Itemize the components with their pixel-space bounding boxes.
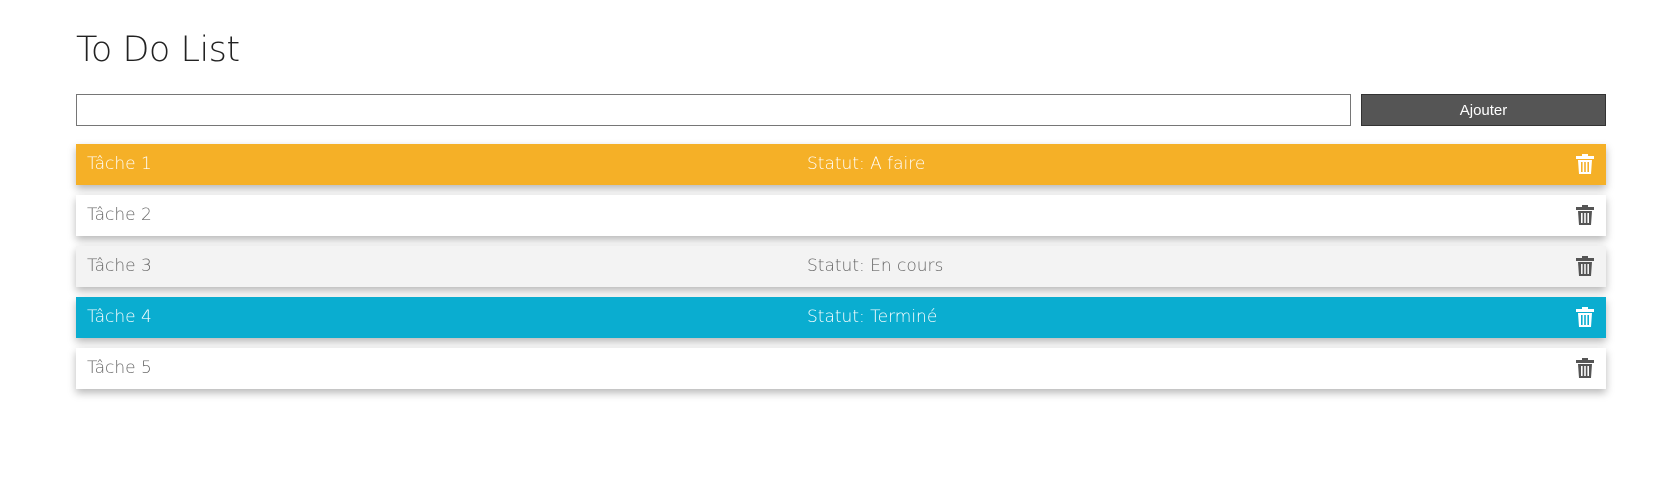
- task-list: Tâche 1 Statut: A faire Tâche 2 Tâche 3 …: [76, 144, 1606, 399]
- page-title: To Do List: [76, 30, 240, 70]
- task-status: Statut: En cours: [807, 256, 944, 276]
- add-button[interactable]: Ajouter: [1361, 94, 1606, 126]
- task-status: Statut: Terminé: [807, 307, 938, 327]
- delete-task-button[interactable]: [1575, 153, 1595, 175]
- task-input[interactable]: [76, 94, 1351, 126]
- task-name: Tâche 2: [87, 205, 152, 225]
- trash-icon: [1576, 307, 1594, 327]
- add-task-form: Ajouter: [76, 94, 1606, 126]
- delete-task-button[interactable]: [1575, 357, 1595, 379]
- trash-icon: [1576, 256, 1594, 276]
- delete-task-button[interactable]: [1575, 255, 1595, 277]
- task-status: Statut: A faire: [807, 154, 926, 174]
- delete-task-button[interactable]: [1575, 204, 1595, 226]
- task-name: Tâche 3: [87, 256, 152, 276]
- trash-icon: [1576, 154, 1594, 174]
- trash-icon: [1576, 358, 1594, 378]
- task-item-1[interactable]: Tâche 1 Statut: A faire: [76, 144, 1606, 185]
- delete-task-button[interactable]: [1575, 306, 1595, 328]
- task-item-5[interactable]: Tâche 5: [76, 348, 1606, 389]
- task-item-3[interactable]: Tâche 3 Statut: En cours: [76, 246, 1606, 287]
- task-name: Tâche 5: [87, 358, 152, 378]
- task-item-4[interactable]: Tâche 4 Statut: Terminé: [76, 297, 1606, 338]
- task-name: Tâche 4: [87, 307, 152, 327]
- task-item-2[interactable]: Tâche 2: [76, 195, 1606, 236]
- trash-icon: [1576, 205, 1594, 225]
- task-name: Tâche 1: [87, 154, 152, 174]
- todo-app: To Do List Ajouter Tâche 1 Statut: A fai…: [0, 0, 1672, 478]
